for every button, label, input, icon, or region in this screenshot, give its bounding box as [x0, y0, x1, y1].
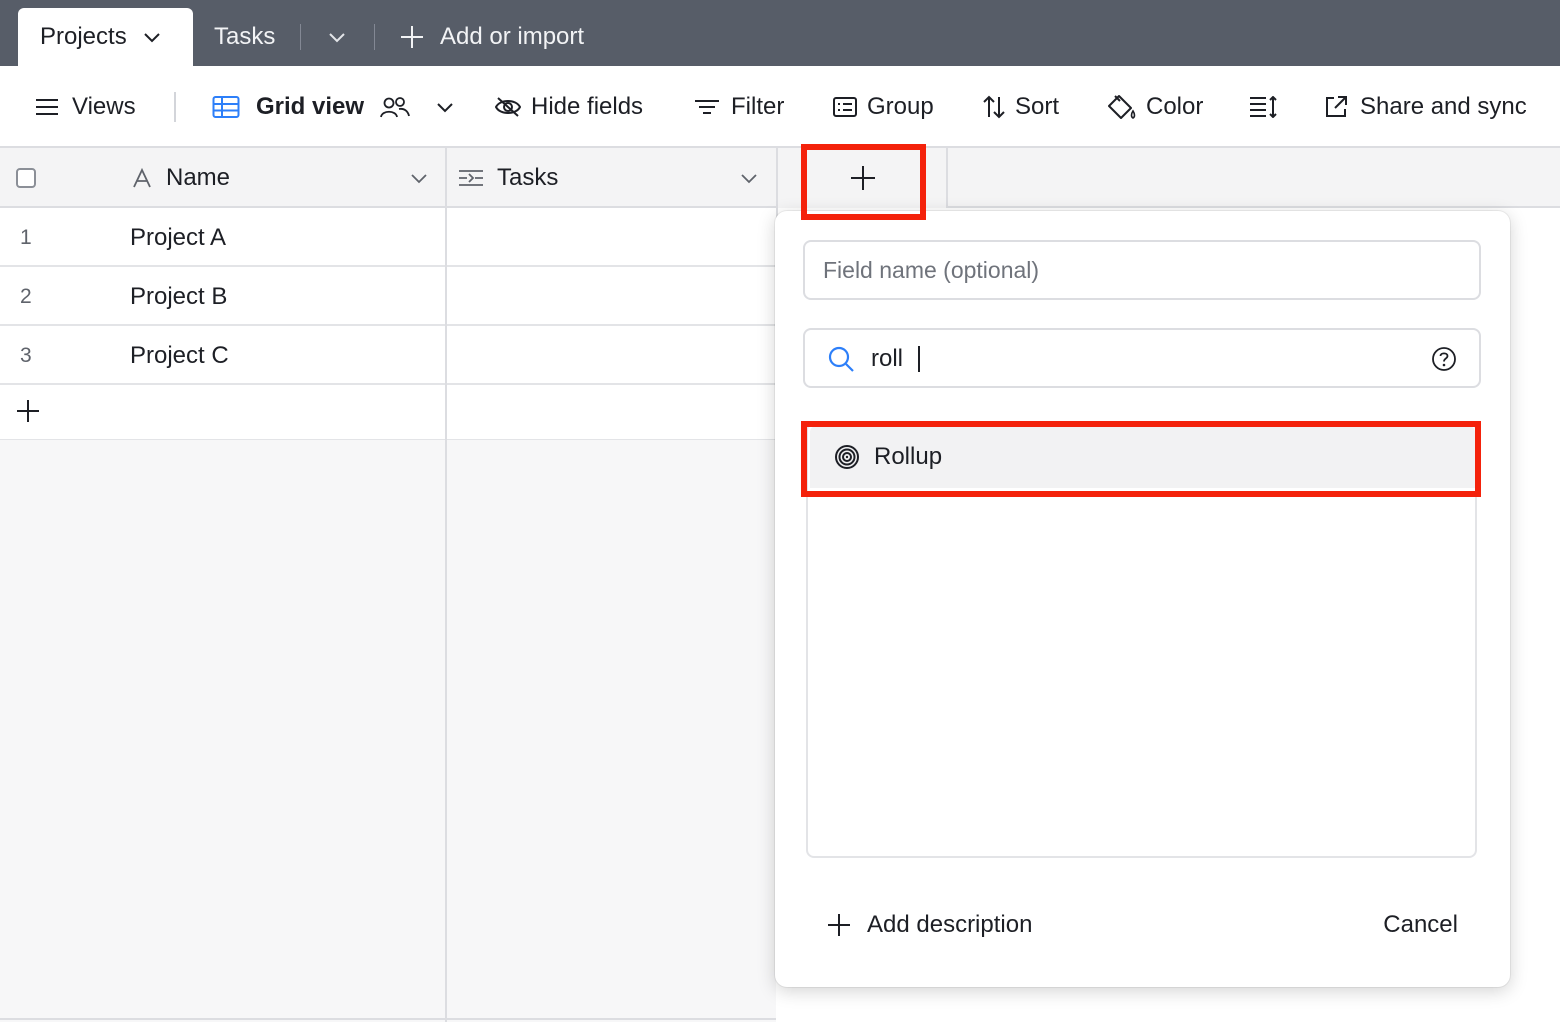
tab-divider — [300, 24, 301, 50]
share-and-sync-label: Share and sync — [1360, 93, 1527, 120]
table-row[interactable]: 1 Project A — [0, 208, 776, 267]
highlight-rollup-option — [801, 421, 1481, 497]
add-or-import-label: Add or import — [440, 23, 585, 50]
color-button[interactable]: Color — [1108, 66, 1203, 148]
share-and-sync-button[interactable]: Share and sync — [1324, 66, 1527, 148]
column-divider — [445, 148, 447, 1022]
search-icon — [827, 345, 855, 373]
table-row[interactable]: 2 Project B — [0, 267, 776, 326]
plus-icon — [827, 913, 851, 937]
grid-view-button[interactable]: Grid view — [212, 66, 454, 148]
column-menu-chevron[interactable] — [410, 148, 428, 208]
row-height-button[interactable] — [1250, 66, 1278, 148]
chevron-down-icon — [410, 172, 428, 184]
chevron-down-icon[interactable] — [436, 101, 454, 113]
row-height-icon — [1250, 96, 1278, 118]
views-button[interactable]: Views — [36, 66, 136, 148]
cancel-button[interactable]: Cancel — [1383, 911, 1458, 939]
add-row[interactable] — [0, 385, 776, 441]
column-header-label: Tasks — [497, 164, 559, 191]
paint-bucket-icon — [1108, 94, 1136, 120]
add-description-label: Add description — [867, 911, 1033, 938]
color-label: Color — [1146, 93, 1204, 120]
add-description-button[interactable]: Add description — [827, 911, 1032, 939]
plus-icon — [16, 399, 40, 423]
toolbar-divider — [174, 92, 176, 122]
add-field-popover: Field name (optional) roll Rollup Add de… — [775, 211, 1510, 987]
hide-fields-button[interactable]: Hide fields — [495, 66, 643, 148]
field-name-input[interactable]: Field name (optional) — [803, 240, 1481, 300]
cell-name[interactable]: Project C — [130, 342, 229, 370]
grid-view-label: Grid view — [256, 93, 365, 120]
tabs-overflow-chevron[interactable] — [328, 8, 346, 66]
group-icon — [833, 96, 857, 118]
table-tab-bar: Projects Tasks Add or import — [0, 0, 1560, 66]
row-number: 3 — [20, 344, 32, 367]
text-cursor — [918, 346, 920, 372]
menu-icon — [36, 98, 58, 116]
grid-empty-area — [0, 440, 776, 1022]
chevron-down-icon — [328, 31, 346, 43]
eye-off-icon — [495, 96, 521, 118]
cell-name[interactable]: Project B — [130, 283, 227, 311]
tab-tasks-label: Tasks — [214, 23, 276, 50]
column-header-name[interactable]: Name — [132, 148, 230, 208]
sort-icon — [983, 95, 1005, 119]
cell-name[interactable]: Project A — [130, 224, 226, 252]
external-link-icon — [1324, 95, 1348, 119]
chevron-down-icon — [740, 172, 758, 184]
views-label: Views — [72, 93, 136, 120]
linked-record-icon — [459, 168, 483, 188]
filter-label: Filter — [731, 93, 785, 120]
help-icon[interactable] — [1431, 346, 1457, 372]
sort-button[interactable]: Sort — [983, 66, 1059, 148]
grid-bottom-border — [0, 1018, 776, 1020]
add-or-import-button[interactable]: Add or import — [400, 8, 584, 66]
table-row[interactable]: 3 Project C — [0, 326, 776, 385]
view-toolbar: Views Grid view Hide fields Filter Group — [0, 66, 1560, 148]
text-field-icon — [132, 168, 152, 188]
hide-fields-label: Hide fields — [531, 93, 644, 120]
grid-icon — [212, 95, 240, 119]
chevron-down-icon[interactable] — [143, 31, 161, 43]
filter-button[interactable]: Filter — [695, 66, 784, 148]
collaborators-icon — [380, 96, 410, 118]
tab-projects-label: Projects — [40, 23, 127, 50]
row-number: 2 — [20, 285, 32, 308]
sort-label: Sort — [1015, 93, 1060, 120]
tab-projects[interactable]: Projects — [18, 8, 193, 66]
tab-divider — [374, 24, 375, 50]
search-value: roll — [871, 345, 904, 372]
field-name-placeholder: Field name (optional) — [823, 256, 1040, 283]
highlight-add-field — [801, 144, 926, 220]
filter-icon — [695, 98, 719, 116]
field-type-search-input[interactable]: roll — [803, 328, 1481, 388]
tab-tasks[interactable]: Tasks — [214, 8, 275, 66]
group-label: Group — [867, 93, 934, 120]
column-header-tasks[interactable]: Tasks — [459, 148, 558, 208]
plus-icon — [400, 25, 424, 49]
column-header-label: Name — [166, 164, 231, 191]
select-all-checkbox[interactable] — [16, 168, 36, 188]
column-menu-chevron[interactable] — [740, 148, 758, 208]
group-button[interactable]: Group — [833, 66, 934, 148]
row-number: 1 — [20, 226, 32, 249]
